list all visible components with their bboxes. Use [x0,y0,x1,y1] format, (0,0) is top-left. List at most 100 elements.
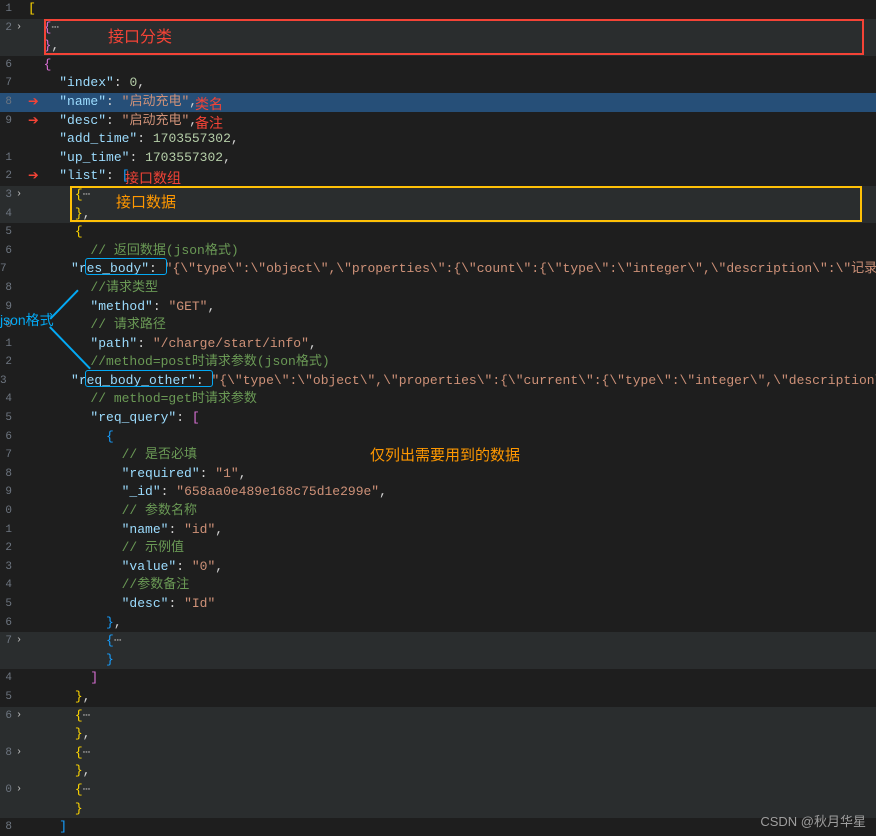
chevron-right-icon[interactable]: › [12,744,26,763]
code-line[interactable]: 4 //参数备注 [0,576,876,595]
line-content[interactable]: "add_time": 1703557302, [26,130,239,149]
line-number: 7 [0,260,7,279]
line-content[interactable]: "desc": "Id" [26,595,215,614]
code-line[interactable]: }, [0,762,876,781]
line-number: 6 [0,614,12,633]
code-line[interactable]: 4 // method=get时请求参数 [0,390,876,409]
annotation-box-api-category [44,19,864,55]
code-line[interactable]: 8› {⋯ [0,744,876,763]
line-content[interactable]: "up_time": 1703557302, [26,149,231,168]
line-number: 2 [0,19,12,38]
line-content[interactable]: // 请求路径 [26,316,166,335]
highlight-res-body [85,258,167,275]
line-content[interactable]: "_id": "658aa0e489e168c75d1e299e", [26,483,387,502]
line-content[interactable]: }, [26,614,122,633]
code-line[interactable]: 1 "path": "/charge/start/info", [0,335,876,354]
line-content[interactable]: {⋯ [26,632,122,651]
line-content[interactable]: "req_query": [ [26,409,200,428]
code-line[interactable]: 9 "_id": "658aa0e489e168c75d1e299e", [0,483,876,502]
code-line[interactable]: } [0,651,876,670]
code-line[interactable]: 7› {⋯ [0,632,876,651]
code-line[interactable]: 4 ] [0,669,876,688]
chevron-right-icon[interactable]: › [12,781,26,800]
line-number: 5 [0,688,12,707]
code-line[interactable]: 5 "desc": "Id" [0,595,876,614]
code-line[interactable]: 7 // 是否必填 [0,446,876,465]
code-editor[interactable]: 1[2› {⋯ },6 {7 "index": 0,8 "name": "启动充… [0,0,876,836]
code-line[interactable]: 9 "method": "GET", [0,298,876,317]
line-content[interactable]: //参数备注 [26,576,189,595]
line-content[interactable]: // 是否必填 [26,446,197,465]
chevron-right-icon[interactable]: › [12,707,26,726]
code-line[interactable]: 8 "required": "1", [0,465,876,484]
line-content[interactable]: { [26,428,114,447]
code-line[interactable]: 0 // 参数名称 [0,502,876,521]
code-line[interactable]: 8 ] [0,818,876,836]
line-number: 7 [0,74,12,93]
code-line[interactable]: 9 "desc": "启动充电", [0,112,876,131]
code-line[interactable]: 5 "req_query": [ [0,409,876,428]
code-line[interactable]: 1 "up_time": 1703557302, [0,149,876,168]
code-line[interactable]: "add_time": 1703557302, [0,130,876,149]
line-content[interactable]: } [26,651,114,670]
line-content[interactable]: // method=get时请求参数 [26,390,257,409]
line-content[interactable]: {⋯ [26,744,90,763]
code-line[interactable]: 6 { [0,428,876,447]
line-content[interactable]: "index": 0, [26,74,145,93]
line-content[interactable]: "required": "1", [26,465,246,484]
line-content[interactable]: }, [26,725,90,744]
line-content[interactable]: } [26,800,83,819]
line-content[interactable]: }, [26,688,90,707]
line-content[interactable]: {⋯ [26,707,90,726]
line-number: 6 [0,707,12,726]
code-line[interactable]: 3 "value": "0", [0,558,876,577]
line-number: 0 [0,502,12,521]
line-content[interactable]: { [26,223,83,242]
code-line[interactable]: 2 // 示例值 [0,539,876,558]
line-number: 9 [0,298,12,317]
line-number: 6 [0,56,12,75]
line-number: 5 [0,409,12,428]
code-line[interactable]: 6 }, [0,614,876,633]
line-content[interactable]: ] [26,818,67,836]
code-line[interactable]: 5 { [0,223,876,242]
chevron-right-icon[interactable]: › [12,632,26,651]
line-content[interactable]: "name": "id", [26,521,223,540]
code-line[interactable]: 2 "list": [ [0,167,876,186]
line-content[interactable]: "path": "/charge/start/info", [26,335,317,354]
line-content[interactable]: ] [26,669,98,688]
line-content[interactable]: //请求类型 [26,279,158,298]
line-content[interactable]: }, [26,762,90,781]
line-content[interactable]: { [26,56,51,75]
line-content[interactable]: "value": "0", [26,558,223,577]
code-line[interactable]: 0 // 请求路径 [0,316,876,335]
arrow-icon: ➔ [28,110,39,132]
code-line[interactable]: 6› {⋯ [0,707,876,726]
line-content[interactable]: [ [26,0,36,19]
code-area[interactable]: 1[2› {⋯ },6 {7 "index": 0,8 "name": "启动充… [0,0,876,836]
code-line[interactable]: } [0,800,876,819]
line-number: 3 [0,558,12,577]
line-content[interactable]: "desc": "启动充电", [26,112,197,131]
line-number: 5 [0,595,12,614]
line-number: 4 [0,205,12,224]
line-content[interactable]: // 参数名称 [26,502,197,521]
code-line[interactable]: 8 "name": "启动充电", [0,93,876,112]
chevron-right-icon[interactable]: › [12,186,26,205]
code-line[interactable]: 6 { [0,56,876,75]
code-line[interactable]: 1[ [0,0,876,19]
code-line[interactable]: }, [0,725,876,744]
line-content[interactable]: "list": [ [26,167,129,186]
chevron-right-icon[interactable]: › [12,19,26,38]
code-line[interactable]: 5 }, [0,688,876,707]
line-number: 2 [0,353,12,372]
line-content[interactable]: {⋯ [26,781,90,800]
code-line[interactable]: 0› {⋯ [0,781,876,800]
code-line[interactable]: 7 "index": 0, [0,74,876,93]
line-number: 3 [0,186,12,205]
code-line[interactable]: 8 //请求类型 [0,279,876,298]
line-content[interactable]: "name": "启动充电", [26,93,197,112]
line-number: 7 [0,446,12,465]
code-line[interactable]: 1 "name": "id", [0,521,876,540]
line-content[interactable]: // 示例值 [26,539,184,558]
